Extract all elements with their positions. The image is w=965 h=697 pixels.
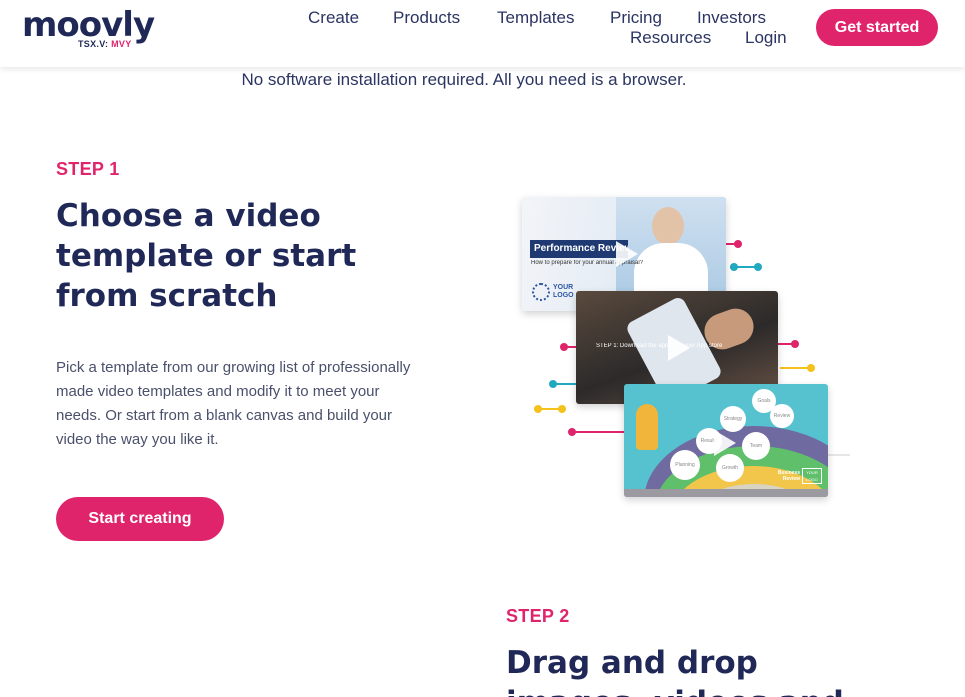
decor-dot [791, 340, 799, 348]
decor-line [572, 431, 632, 433]
bubble: Review [770, 404, 794, 428]
logo-wordmark: moovly [22, 5, 155, 45]
bubble: Growth [716, 454, 744, 482]
ticker-prefix: TSX.V: [78, 39, 109, 49]
step2-title: Drag and drop images, videos and [506, 643, 844, 697]
step1-title-line: template or start [56, 238, 357, 274]
get-started-button[interactable]: Get started [816, 9, 938, 46]
step2-label: STEP 2 [506, 606, 570, 626]
step1-description: Pick a template from our growing list of… [56, 359, 411, 448]
play-icon[interactable] [616, 241, 638, 267]
decor-dot [734, 240, 742, 248]
decor-dot [807, 364, 815, 372]
decor-dot [730, 263, 738, 271]
decor-line [780, 367, 810, 369]
rocket-icon [636, 404, 658, 450]
step2-title-line: images, videos and [506, 683, 844, 697]
play-icon[interactable] [668, 335, 690, 361]
decor-line [538, 408, 560, 410]
nav-create[interactable]: Create [308, 8, 359, 28]
moovly-logo[interactable]: moovly TSX.V: MVY [22, 8, 155, 52]
step2-title-line: Drag and drop [506, 645, 758, 681]
nav-investors[interactable]: Investors [697, 8, 766, 28]
ticker-symbol: MVY [111, 39, 132, 49]
card1-title: Performance Review [530, 240, 628, 258]
nav-resources[interactable]: Resources [630, 28, 711, 48]
nav-login[interactable]: Login [745, 28, 787, 48]
logo-placeholder-icon [532, 283, 550, 301]
bubble: Strategy [720, 406, 746, 432]
card3-caption: Business Review [777, 470, 800, 482]
templates-illustration: Performance Review How to prepare for yo… [520, 190, 860, 510]
tagline: No software installation required. All y… [241, 70, 687, 89]
step1-title-line: Choose a video [56, 198, 321, 234]
logo-ticker: TSX.V: MVY [78, 39, 132, 49]
bubble: Planning [670, 450, 700, 480]
bubble: Team [742, 432, 770, 460]
card3-scrubber [624, 489, 828, 497]
presenter-head [652, 207, 684, 245]
template-card-business-review[interactable]: Strategy Goals Results Team Planning Gro… [624, 384, 828, 497]
nav-pricing[interactable]: Pricing [610, 8, 662, 28]
decor-dot [754, 263, 762, 271]
step1-title: Choose a video template or start from sc… [56, 196, 356, 316]
nav-products[interactable]: Products [393, 8, 460, 28]
play-icon[interactable] [714, 430, 736, 456]
start-creating-button[interactable]: Start creating [56, 497, 224, 541]
decor-line [553, 383, 577, 385]
card3-logo: YOUR LOGO [802, 468, 822, 484]
step1-label: STEP 1 [56, 159, 120, 179]
step1-title-line: from scratch [56, 278, 278, 314]
site-header: moovly TSX.V: MVY Create Products Templa… [0, 0, 965, 67]
nav-templates[interactable]: Templates [497, 8, 574, 28]
